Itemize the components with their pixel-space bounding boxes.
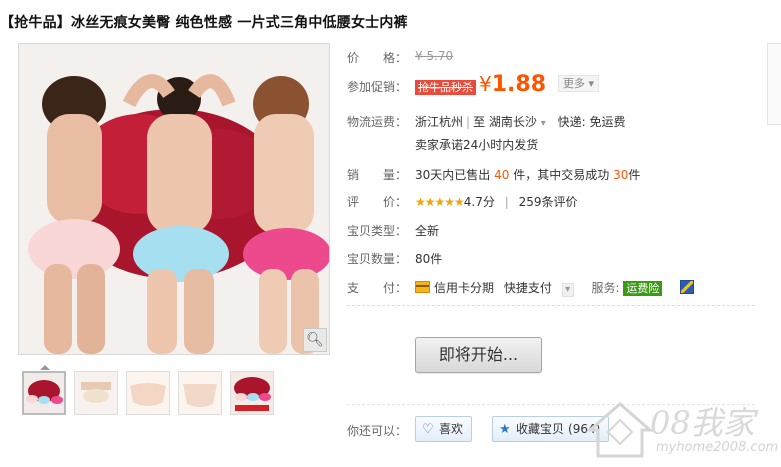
ship-to: 湖南长沙 (488, 115, 537, 129)
product-title: 【抢牛品】冰丝无痕女美臀 纯色性感 一片式三角中低腰女士内裤 (0, 15, 408, 31)
quantity-value: 80件 (415, 252, 443, 266)
chevron-down-icon: ▾ (588, 77, 595, 90)
product-photo (19, 44, 329, 354)
divider (347, 305, 755, 306)
price-label: 价 格： (347, 51, 408, 65)
favorite-count: (964) (568, 422, 601, 436)
coming-soon-button[interactable]: 即将开始... (415, 337, 542, 373)
quantity-label: 宝贝数量： (347, 252, 408, 266)
rating-score: 4.7分 (463, 195, 495, 209)
ship-to-prefix: 至 (473, 115, 486, 129)
star-rating-icon: ★★★★★ (415, 195, 465, 209)
watermark-house-icon (585, 402, 655, 458)
sales-text: 30天内已售出 (415, 168, 491, 182)
thumbnail-image (231, 372, 273, 414)
thumbnail-3[interactable] (126, 371, 170, 415)
thumbnail-2[interactable] (74, 371, 118, 415)
like-button[interactable]: ♡ 喜欢 (415, 416, 473, 442)
ship-to-select[interactable]: 湖南长沙 ▾ (489, 115, 546, 129)
more-label: 更多 (563, 77, 586, 90)
site-watermark: 08我家 myhome2008.com (580, 390, 780, 464)
service-label: 服务: (591, 281, 620, 295)
thumbnail-4[interactable] (178, 371, 222, 415)
like-label: 喜欢 (439, 422, 464, 436)
success-count: 30 (613, 168, 629, 182)
original-price: ¥ 5.70 (415, 49, 454, 63)
chevron-down-icon[interactable]: ▾ (561, 283, 574, 297)
chevron-down-icon: ▾ (540, 118, 546, 129)
service-badge[interactable]: 运费险 (623, 281, 663, 296)
guarantee-icon[interactable] (680, 280, 695, 294)
thumbnail-1[interactable] (22, 371, 66, 415)
thumbnail-image (75, 372, 117, 414)
actions-label: 你还可以： (347, 424, 408, 438)
thumbnail-image (179, 372, 221, 414)
credit-card-icon (415, 281, 430, 293)
rating-separator: | (504, 195, 509, 209)
payment-label: 支 付： (347, 281, 408, 295)
heart-icon: ♡ (422, 421, 434, 437)
type-value: 全新 (415, 224, 440, 238)
favorite-button[interactable]: ★ 收藏宝贝 (964) (492, 416, 610, 442)
watermark-url: myhome2008.com (656, 440, 779, 455)
thumbnail-image (127, 372, 169, 414)
main-product-image[interactable]: 🔍︎ (18, 43, 330, 355)
sales-label: 销 量： (347, 168, 408, 182)
sales-text: 件，其中交易成功 (513, 168, 610, 182)
star-icon: ★ (499, 421, 511, 437)
side-panel-edge (767, 43, 781, 125)
quick-pay-link[interactable]: 快捷支付 (504, 281, 552, 295)
sales-unit: 件 (628, 168, 641, 182)
divider (347, 404, 755, 405)
sold-count: 40 (494, 168, 510, 182)
type-label: 宝贝类型： (347, 224, 408, 238)
credit-installment-link[interactable]: 信用卡分期 (434, 281, 494, 295)
promo-currency: ¥ (479, 72, 492, 96)
promo-label: 参加促销： (347, 80, 408, 94)
thumbnail-selector-arrow (40, 365, 50, 370)
shipping-label: 物流运费： (347, 115, 408, 129)
express-fee: 快递: 免运费 (557, 115, 626, 129)
review-count-link[interactable]: 259条评价 (519, 195, 578, 209)
promo-price: 1.88 (491, 72, 547, 97)
ship-promise: 卖家承诺24小时内发货 (415, 138, 539, 152)
promo-badge: 抢牛品秒杀 (415, 80, 476, 95)
ship-from: 浙江杭州 (415, 115, 464, 129)
zoom-icon[interactable]: 🔍︎ (303, 328, 327, 352)
more-promo-button[interactable]: 更多 ▾ (558, 75, 600, 92)
thumbnail-5[interactable] (230, 371, 274, 415)
thumbnail-image (24, 373, 64, 413)
favorite-label: 收藏宝贝 (516, 422, 565, 436)
rating-label: 评 价： (347, 195, 408, 209)
